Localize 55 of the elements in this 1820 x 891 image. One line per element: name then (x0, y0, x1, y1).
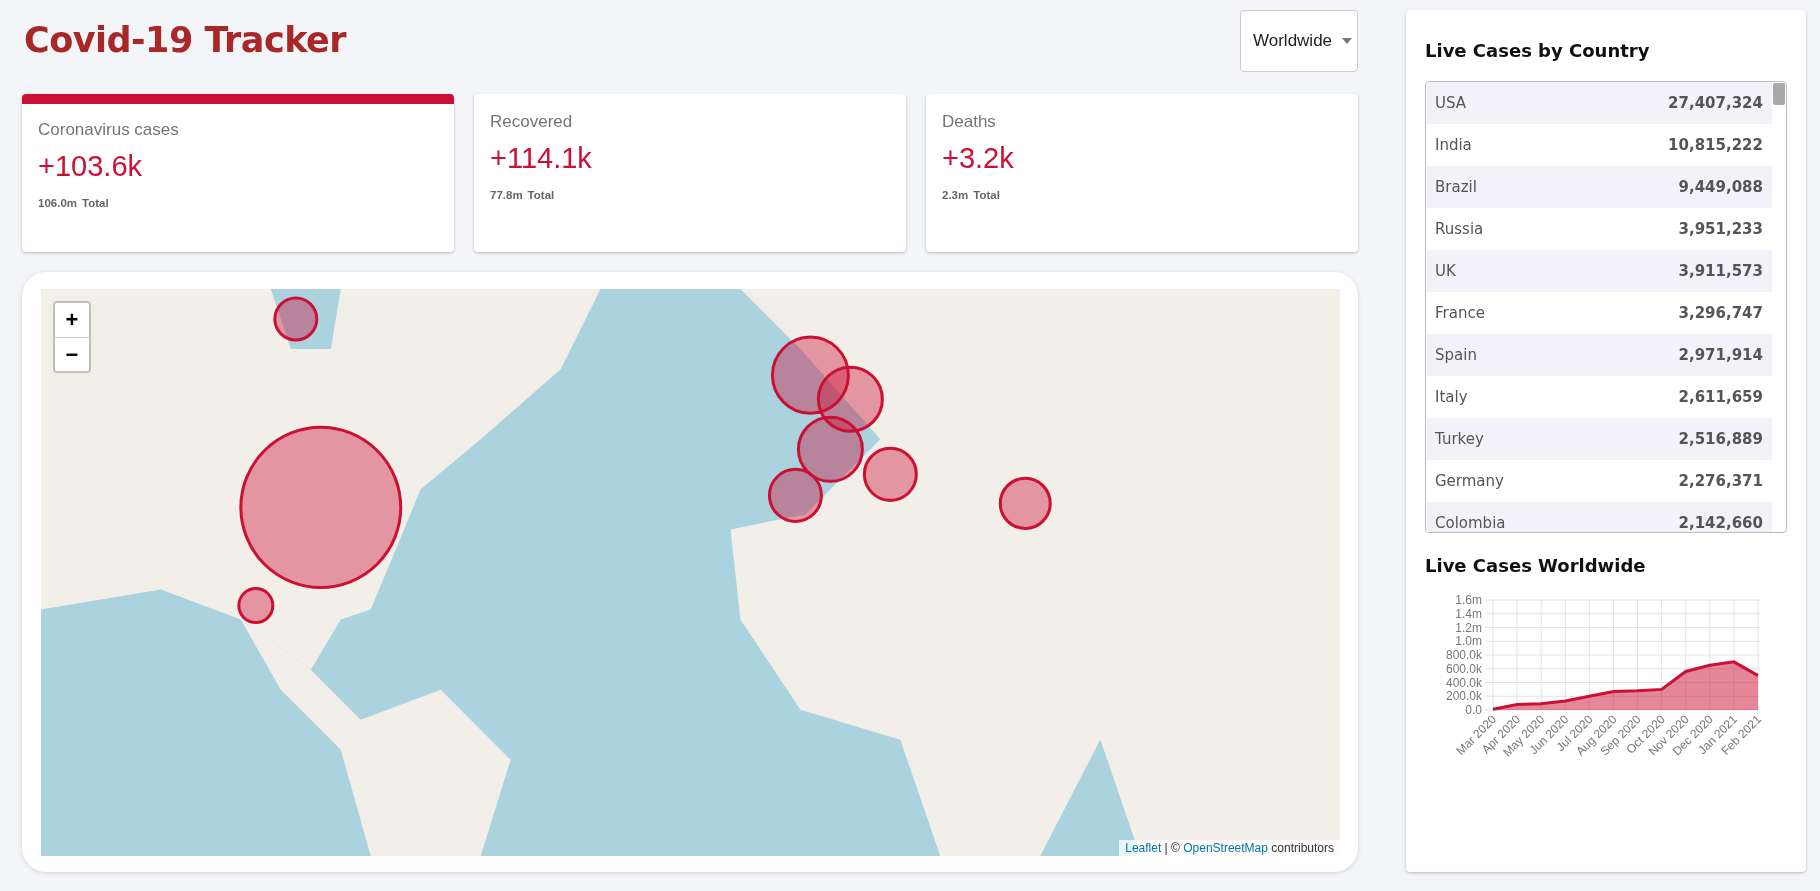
y-tick-label: 1.6m (1455, 593, 1482, 607)
stat-today: +3.2k (942, 142, 1015, 175)
region-select[interactable]: Worldwide (1240, 10, 1358, 72)
country-name: France (1435, 304, 1485, 322)
case-count: 27,407,324 (1668, 94, 1763, 112)
case-count: 3,951,233 (1678, 220, 1763, 238)
country-name: Brazil (1435, 178, 1477, 196)
y-tick-label: 800.0k (1445, 648, 1482, 662)
stat-total: 2.3m (942, 189, 969, 201)
y-tick-label: 600.0k (1445, 661, 1482, 676)
country-name: Turkey (1435, 430, 1484, 448)
country-name: India (1435, 136, 1472, 154)
y-tick-label: 400.0k (1445, 675, 1482, 690)
country-name: USA (1435, 94, 1467, 112)
y-tick-label: 1.0m (1455, 634, 1482, 649)
stat-card[interactable]: Deaths +3.2k 2.3m Total (926, 94, 1358, 252)
caret-icon (1342, 38, 1353, 44)
case-count: 2,142,660 (1678, 514, 1763, 532)
stat-total-label: Total (527, 189, 555, 201)
country-name: Germany (1435, 472, 1504, 490)
stat-today: +114.1k (490, 142, 593, 175)
case-count: 2,971,914 (1678, 346, 1763, 364)
case-count: 2,611,659 (1678, 388, 1763, 406)
stat-label: Recovered (490, 112, 574, 132)
country-name: Spain (1435, 346, 1477, 364)
case-count: 3,296,747 (1678, 304, 1763, 322)
case-count: 2,516,889 (1678, 430, 1763, 448)
app-title: Covid-19 Tracker (24, 20, 346, 60)
stat-total-label: Total (82, 197, 109, 209)
chart-title: Live Cases Worldwide (1425, 555, 1647, 576)
stat-total: 77.8m (490, 189, 523, 201)
country-name: Colombia (1435, 514, 1506, 532)
y-tick-label: 200.0k (1445, 689, 1482, 704)
stat-total: 106.0m (38, 197, 77, 209)
y-tick-label: 1.4m (1455, 606, 1482, 621)
country-name: UK (1435, 262, 1456, 280)
attribution-link[interactable]: Leaflet (1125, 841, 1162, 855)
stat-label: Deaths (942, 112, 997, 132)
country-name: Italy (1435, 388, 1468, 406)
map-attribution: Leaflet | © OpenStreetMap contributors (1119, 840, 1340, 856)
case-count: 2,276,371 (1678, 472, 1763, 490)
y-tick-label: 1.2m (1455, 620, 1482, 635)
country-name: Russia (1435, 220, 1484, 238)
table-title: Live Cases by Country (1425, 40, 1651, 61)
y-tick-label: 0.0 (1465, 703, 1482, 717)
case-count: 3,911,573 (1678, 262, 1763, 280)
stat-total-label: Total (973, 189, 1000, 201)
stat-card[interactable]: Recovered +114.1k 77.8m Total (474, 94, 906, 252)
case-count: 9,449,088 (1678, 178, 1763, 196)
stat-today: +103.6k (38, 150, 143, 183)
attribution-link[interactable]: OpenStreetMap (1183, 841, 1268, 855)
scrollbar-thumb[interactable] (1773, 83, 1785, 105)
stat-label: Coronavirus cases (38, 120, 180, 140)
stat-card[interactable]: Coronavirus cases +103.6k 106.0m Total (22, 94, 454, 252)
case-count: 10,815,222 (1668, 136, 1763, 154)
